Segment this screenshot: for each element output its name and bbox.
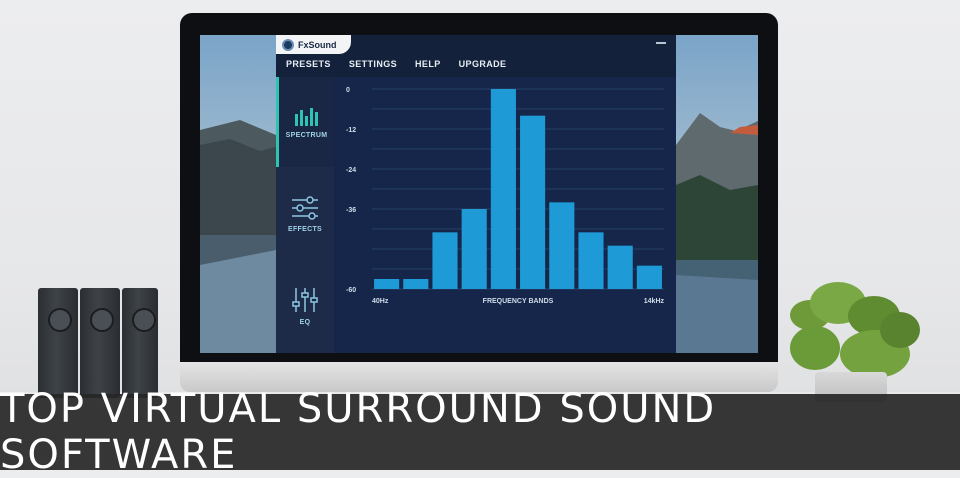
x-start-label: 40Hz [372, 298, 389, 305]
spectrum-bar [490, 89, 516, 289]
spectrum-chart-panel: 0 -12 -24 -36 -60 40Hz FREQUENCY BANDS 14kHz [334, 77, 676, 353]
menu-presets[interactable]: PRESETS [286, 59, 331, 69]
sidebar-label-effects: EFFECTS [288, 225, 322, 233]
menu-bar: PRESETS SETTINGS HELP UPGRADE [286, 59, 524, 69]
menu-help[interactable]: HELP [415, 59, 441, 69]
y-tick-label: -60 [346, 287, 356, 294]
sidebar: SPECTRUM EFFECTS EQ [276, 77, 334, 353]
spectrum-bar [578, 232, 604, 289]
y-tick-label: -36 [346, 207, 356, 214]
fxsound-logo-icon [282, 38, 294, 51]
fxsound-app-window: FxSound PRESETS SETTINGS HELP UPGRADE SP… [276, 35, 676, 353]
binder [80, 288, 120, 398]
sidebar-label-eq: EQ [299, 318, 311, 326]
menu-upgrade[interactable]: UPGRADE [459, 59, 507, 69]
spectrum-icon [294, 107, 318, 126]
spectrum-bar [403, 279, 429, 289]
spectrum-chart: 0 -12 -24 -36 -60 40Hz FREQUENCY BANDS 14kHz [346, 87, 665, 305]
menu-settings[interactable]: SETTINGS [349, 59, 397, 69]
spectrum-bar [549, 202, 575, 289]
spectrum-bar [607, 245, 633, 289]
y-tick-label: -24 [346, 167, 356, 174]
spectrum-bar [461, 209, 487, 289]
spectrum-bar [374, 279, 400, 289]
sidebar-label-spectrum: SPECTRUM [285, 131, 328, 139]
eq-icon [292, 287, 318, 312]
spectrum-bar [432, 232, 458, 289]
caption-text: TOP VIRTUAL SURROUND SOUND SOFTWARE [0, 386, 717, 478]
spectrum-bar [520, 115, 546, 289]
app-logo: FxSound [276, 35, 351, 54]
caption-banner: TOP VIRTUAL SURROUND SOUND SOFTWARE [0, 386, 960, 478]
sidebar-item-spectrum[interactable]: SPECTRUM [276, 77, 334, 167]
app-name: FxSound [298, 39, 337, 50]
binder [122, 288, 158, 398]
binder [38, 288, 78, 398]
sidebar-item-eq[interactable]: EQ [276, 261, 334, 351]
y-tick-label: 0 [346, 87, 350, 94]
spectrum-bar [636, 265, 662, 289]
x-axis-label: FREQUENCY BANDS [483, 298, 554, 305]
minimize-button[interactable] [656, 42, 666, 44]
y-tick-label: -12 [346, 127, 356, 134]
sidebar-item-effects[interactable]: EFFECTS [276, 169, 334, 259]
x-end-label: 14kHz [644, 298, 665, 305]
sliders-icon [292, 195, 318, 220]
